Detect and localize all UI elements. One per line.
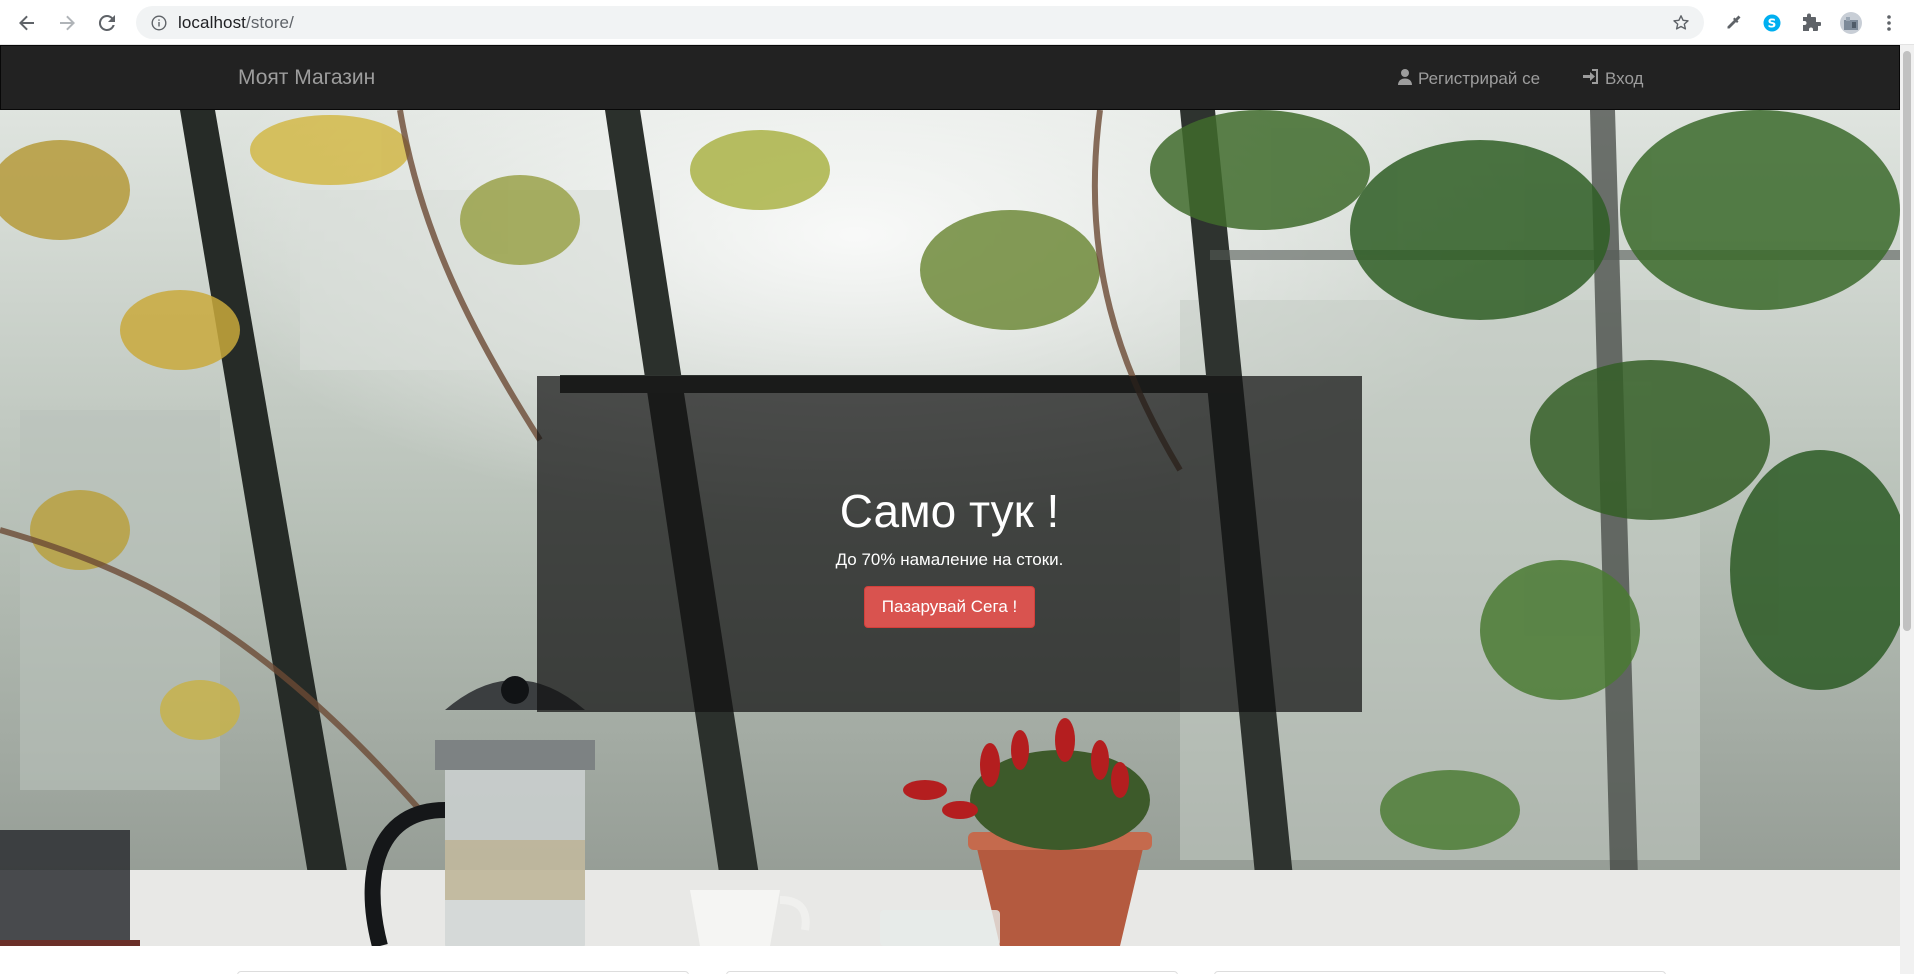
hero-title: Само тук ! — [839, 485, 1060, 537]
scrollbar-thumb[interactable] — [1903, 51, 1911, 631]
log-in-icon — [1582, 68, 1600, 90]
profile-avatar[interactable] — [1838, 10, 1864, 36]
page-scrollbar[interactable] — [1900, 45, 1914, 974]
login-link[interactable]: Вход — [1582, 68, 1643, 90]
register-link[interactable]: Регистрирай се — [1397, 68, 1540, 90]
hero-subtitle: До 70% намаление на стоки. — [835, 550, 1064, 569]
page-viewport: Моят Магазин Регистрирай се Вход Само ту… — [0, 45, 1900, 974]
extensions-icon[interactable] — [1798, 10, 1824, 36]
site-navbar: Моят Магазин Регистрирай се Вход — [0, 45, 1900, 110]
login-label: Вход — [1605, 69, 1644, 88]
star-icon[interactable] — [1670, 12, 1692, 34]
hero-overlay: Само тук ! До 70% намаление на стоки. Па… — [537, 376, 1362, 712]
info-icon[interactable] — [150, 14, 167, 31]
eyedropper-icon[interactable] — [1720, 10, 1746, 36]
address-bar[interactable]: localhost/store/ — [136, 6, 1704, 39]
reload-icon[interactable] — [94, 10, 120, 36]
back-icon[interactable] — [14, 10, 40, 36]
brand-link[interactable]: Моят Магазин — [238, 66, 375, 90]
shop-now-button[interactable]: Пазарувай Сега ! — [864, 586, 1035, 628]
url-path: /store/ — [246, 13, 294, 32]
more-menu-icon[interactable] — [1876, 10, 1902, 36]
user-icon — [1397, 68, 1413, 90]
hero-section: Само тук ! До 70% намаление на стоки. Па… — [0, 110, 1900, 946]
skype-icon[interactable]: S — [1759, 10, 1785, 36]
url-host: localhost — [178, 13, 246, 32]
url-text: localhost/store/ — [178, 13, 294, 33]
browser-toolbar: localhost/store/ S — [0, 0, 1914, 45]
register-label: Регистрирай се — [1418, 69, 1541, 88]
svg-text:S: S — [1768, 17, 1777, 31]
forward-icon[interactable] — [54, 10, 80, 36]
